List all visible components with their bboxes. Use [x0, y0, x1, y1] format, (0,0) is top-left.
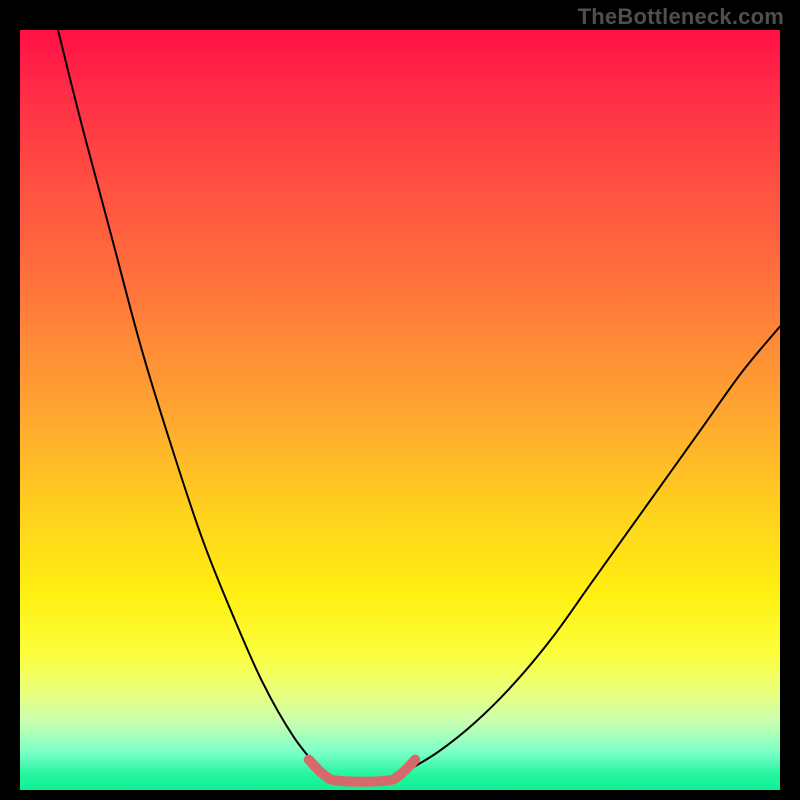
- series-right-branch: [400, 326, 780, 774]
- series-valley-highlight: [309, 760, 415, 782]
- series-left-branch: [58, 30, 324, 775]
- watermark-text: TheBottleneck.com: [578, 4, 784, 30]
- curve-layer: [20, 30, 780, 790]
- chart-frame: TheBottleneck.com: [0, 0, 800, 800]
- plot-area: [20, 30, 780, 790]
